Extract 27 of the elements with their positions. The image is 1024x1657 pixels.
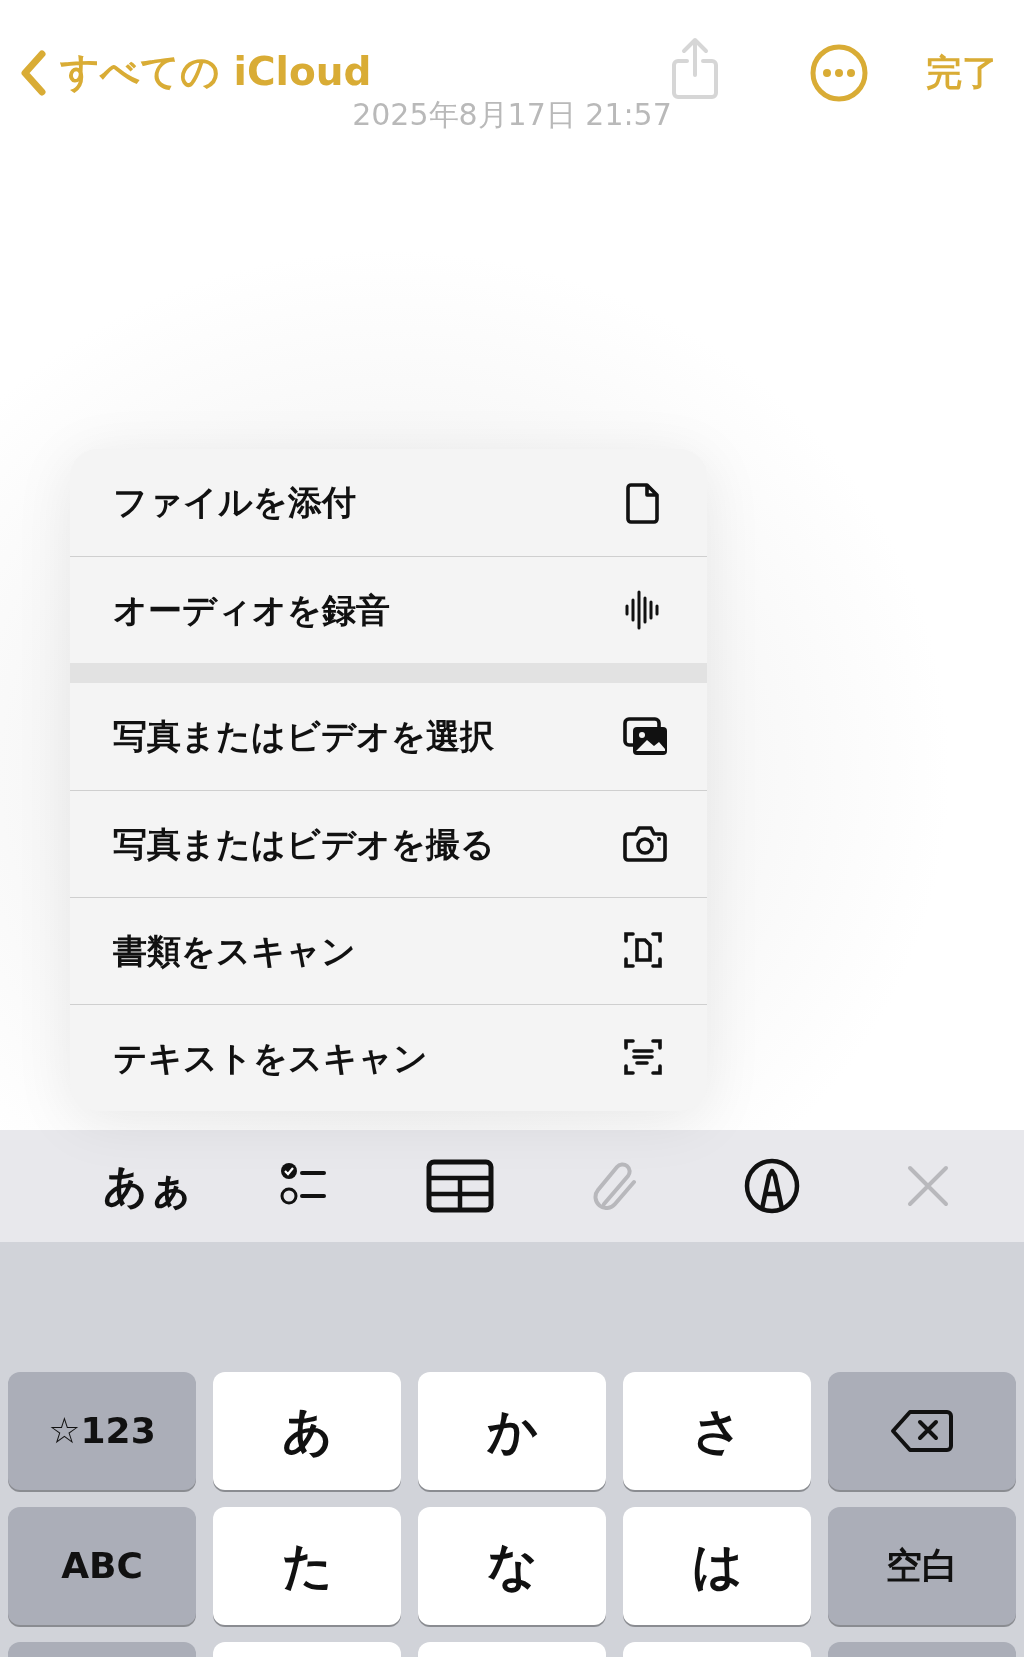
delete-key[interactable] [828, 1372, 1016, 1490]
keyboard-key[interactable]: は [623, 1507, 811, 1625]
keyboard-key[interactable]: 空白 [828, 1507, 1016, 1625]
keyboard-key[interactable]: ☆123 [8, 1372, 196, 1490]
more-icon [810, 43, 868, 102]
menu-item[interactable]: 写真またはビデオを選択 [70, 683, 707, 790]
pen-tip-button[interactable] [744, 1158, 800, 1214]
more-button[interactable] [810, 43, 868, 102]
table-button[interactable] [426, 1157, 494, 1215]
keyboard-key[interactable]: か [418, 1372, 606, 1490]
chevron-left-icon [20, 49, 46, 96]
table-icon [426, 1157, 494, 1215]
keyboard-key[interactable]: な [418, 1507, 606, 1625]
keyboard-key[interactable]: さ [623, 1372, 811, 1490]
menu-item[interactable]: テキストをスキャン [70, 1004, 707, 1111]
menu-item[interactable]: ファイルを添付 [70, 449, 707, 556]
text-format-button[interactable]: あぁ [103, 1153, 193, 1219]
menu-item[interactable]: オーディオを録音 [70, 556, 707, 663]
keyboard-key[interactable]: た [213, 1507, 401, 1625]
delete-icon [890, 1409, 954, 1453]
menu-item[interactable]: 写真またはビデオを撮る [70, 790, 707, 897]
keyboard-key[interactable]: あ [213, 1372, 401, 1490]
menu-item[interactable]: 書類をスキャン [70, 897, 707, 1004]
share-icon [670, 36, 720, 101]
keyboard-key[interactable]: ABC [8, 1507, 196, 1625]
close-icon [906, 1164, 950, 1208]
pen-tip-icon [744, 1158, 800, 1214]
